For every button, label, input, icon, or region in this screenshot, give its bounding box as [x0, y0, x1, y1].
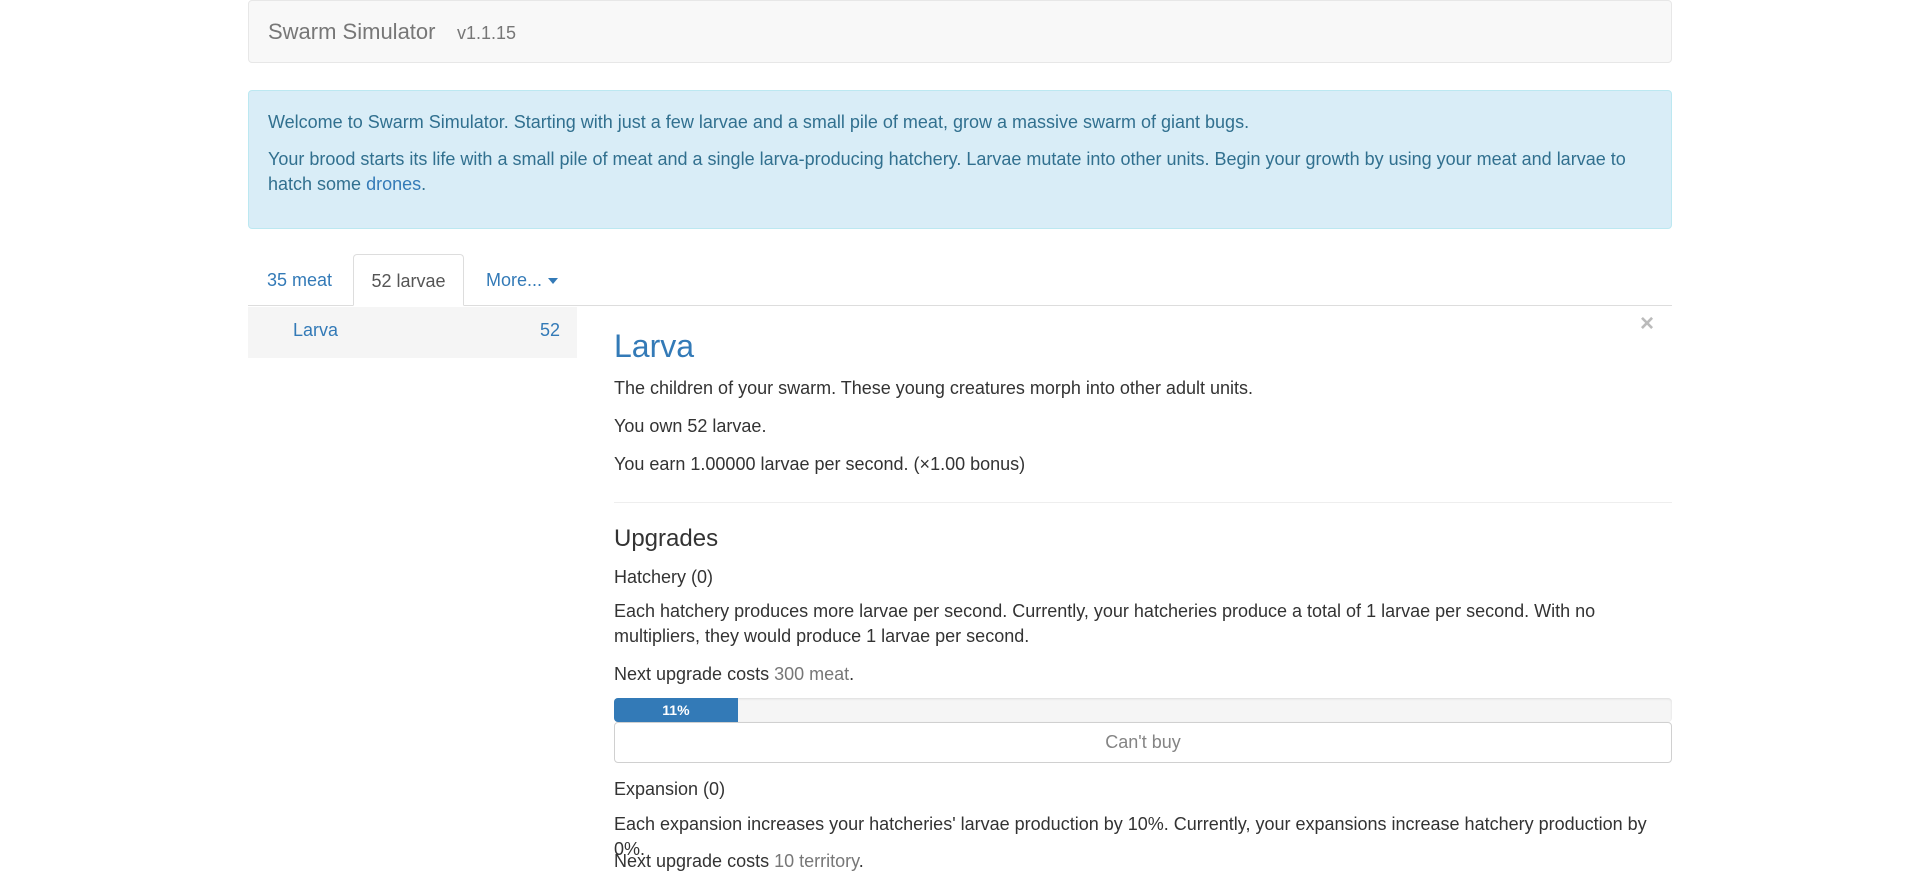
sidebar-item-count: 52	[539, 320, 560, 340]
welcome-line-2-text: Your brood starts its life with a small …	[268, 149, 1626, 194]
cost-value: 10 territory	[774, 851, 859, 871]
expansion-upgrade-cost: Next upgrade costs 10 territory.	[614, 849, 864, 874]
welcome-line-2-end: .	[421, 174, 427, 194]
hatchery-upgrade-description: Each hatchery produces more larvae per s…	[614, 601, 1596, 646]
cant-buy-button[interactable]: Can't buy	[614, 722, 1672, 763]
hatchery-upgrade-cost: Next upgrade costs 300 meat.	[614, 662, 854, 687]
welcome-line-2: Your brood starts its life with a small …	[268, 147, 1658, 197]
sidebar-item-label: Larva	[293, 320, 339, 340]
unit-earn-rate: You earn 1.00000 larvae per second. (×1.…	[614, 454, 1026, 474]
tab-more-dropdown[interactable]: More...	[470, 254, 570, 306]
hatchery-upgrade-title: Hatchery (0)	[614, 567, 714, 587]
close-icon[interactable]: ×	[1640, 312, 1654, 336]
sidebar-item-larva[interactable]: Larva 52	[248, 307, 577, 358]
welcome-line-1: Welcome to Swarm Simulator. Starting wit…	[268, 112, 1250, 132]
app-brand[interactable]: Swarm Simulator	[268, 19, 435, 45]
tab-larvae[interactable]: 52 larvae	[353, 254, 464, 306]
tab-more-label: More...	[486, 270, 543, 290]
tab-meat[interactable]: 35 meat	[248, 254, 352, 306]
welcome-alert: Welcome to Swarm Simulator. Starting wit…	[248, 90, 1672, 229]
unit-description: The children of your swarm. These young …	[614, 378, 1253, 398]
cost-suffix: .	[858, 851, 864, 871]
caret-down-icon	[548, 278, 559, 285]
unit-owned: You own 52 larvae.	[614, 416, 767, 436]
upgrades-heading: Upgrades	[614, 525, 719, 552]
navbar: Swarm Simulator v1.1.15	[248, 0, 1672, 63]
progress-bar-fill: 11%	[614, 698, 738, 722]
unit-title: Larva	[614, 328, 695, 364]
cost-value: 300 meat	[774, 664, 850, 684]
version-label: v1.1.15	[457, 23, 517, 43]
hatchery-progress: 11%	[614, 698, 1672, 722]
expansion-upgrade-title: Expansion (0)	[614, 779, 726, 799]
cost-suffix: .	[849, 664, 855, 684]
drones-link[interactable]: drones	[366, 174, 421, 194]
cost-prefix: Next upgrade costs	[614, 664, 775, 684]
section-divider	[614, 502, 1672, 503]
cost-prefix: Next upgrade costs	[614, 851, 775, 871]
